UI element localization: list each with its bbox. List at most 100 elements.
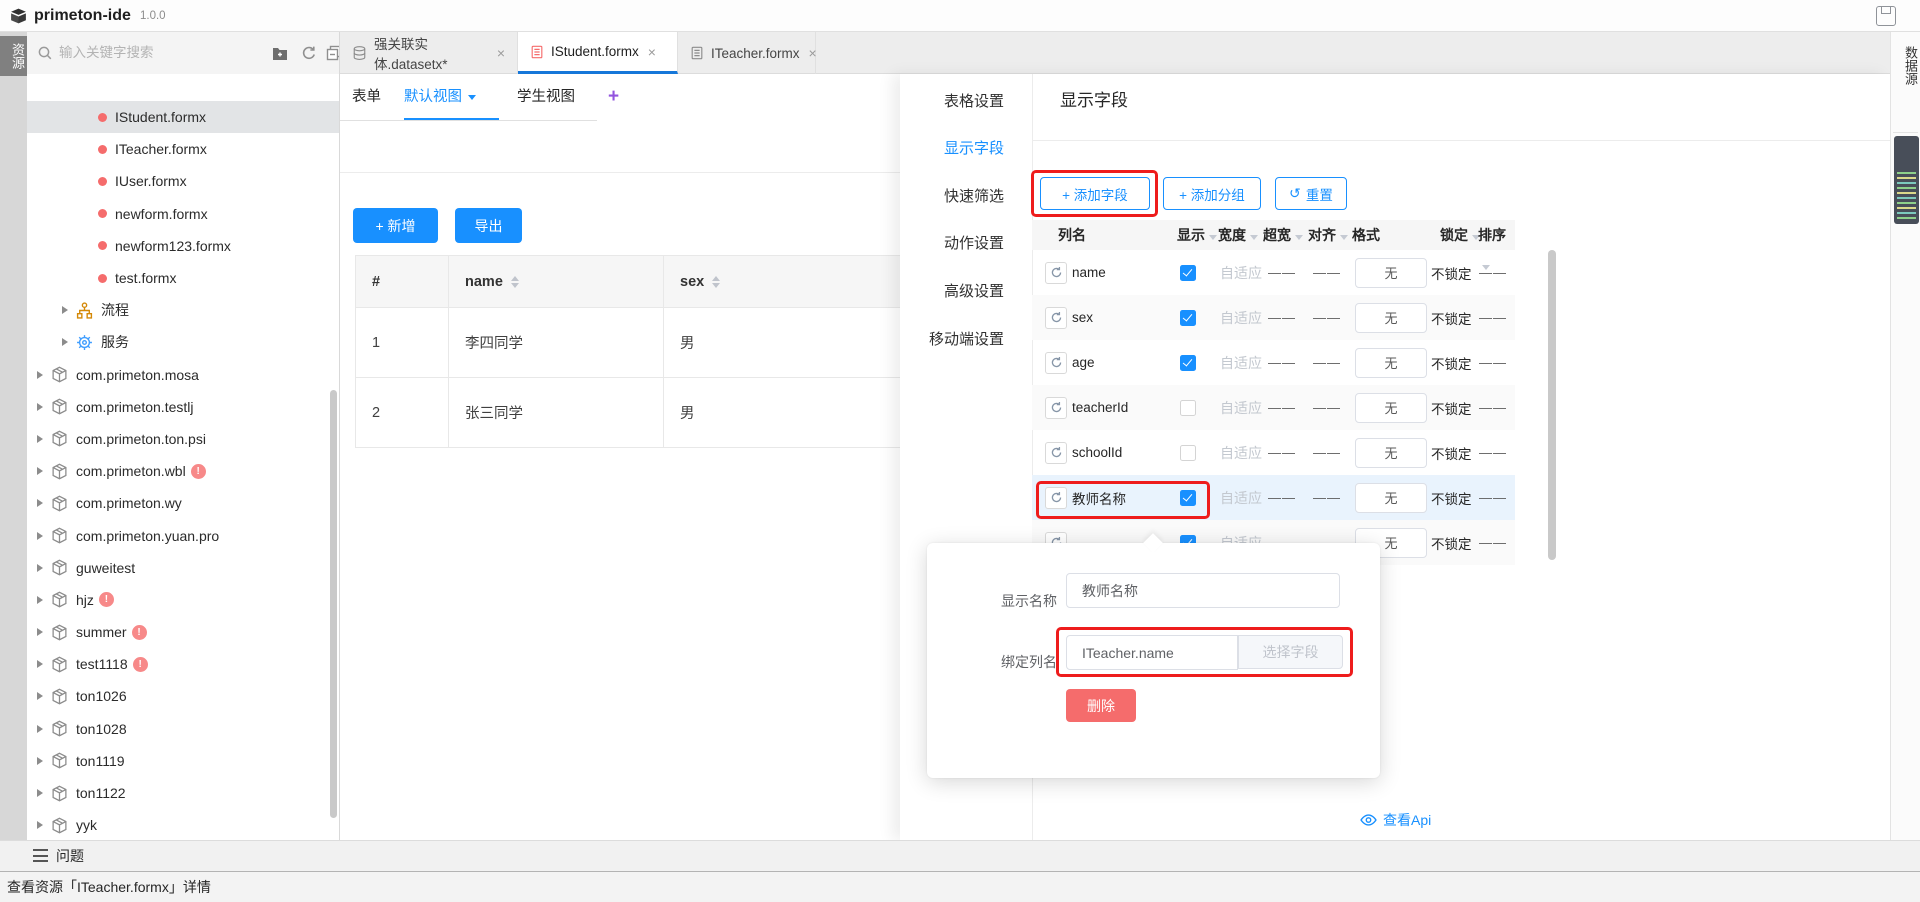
panel-nav-display-fields[interactable]: 显示字段 <box>910 137 1030 158</box>
align-value[interactable]: —— <box>1313 250 1341 295</box>
panel-nav-action-settings[interactable]: 动作设置 <box>910 232 1030 253</box>
visible-checkbox[interactable] <box>1180 310 1196 326</box>
caret-right-icon[interactable] <box>62 306 68 314</box>
caret-right-icon[interactable] <box>37 596 43 604</box>
tree-package[interactable]: com.primeton.yuan.pro <box>27 519 340 551</box>
tree-package[interactable]: hjz! <box>27 584 340 616</box>
caret-right-icon[interactable] <box>62 338 68 346</box>
align-value[interactable]: —— <box>1313 475 1341 520</box>
caret-right-icon[interactable] <box>37 403 43 411</box>
close-icon[interactable]: × <box>809 46 817 60</box>
reset-button[interactable]: ↻重置 <box>1275 177 1347 210</box>
sync-icon[interactable] <box>1045 487 1067 509</box>
caret-right-icon[interactable] <box>37 435 43 443</box>
tree-file-newform[interactable]: newform.formx <box>27 198 340 230</box>
visible-checkbox[interactable] <box>1180 355 1196 371</box>
panel-nav-mobile-settings[interactable]: 移动端设置 <box>910 328 1030 349</box>
visible-checkbox[interactable] <box>1180 445 1196 461</box>
tree-node-service[interactable]: 服务 <box>27 326 340 358</box>
align-value[interactable]: —— <box>1313 385 1341 430</box>
format-select[interactable]: 无 <box>1355 303 1427 333</box>
lock-value[interactable]: 不锁定 <box>1431 475 1472 520</box>
display-name-input[interactable]: 教师名称 <box>1066 573 1340 608</box>
width-value[interactable]: 自适应 <box>1220 385 1262 430</box>
tree-file-iteacher[interactable]: ITeacher.formx <box>27 133 340 165</box>
lock-value[interactable]: 不锁定 <box>1431 250 1472 295</box>
tree-package[interactable]: summer! <box>27 616 340 648</box>
sort-value[interactable]: —— <box>1479 475 1507 520</box>
tab-iteacher[interactable]: ITeacher.formx × <box>678 32 816 74</box>
panel-nav-advanced-settings[interactable]: 高级设置 <box>910 280 1030 301</box>
field-row-teacherid[interactable]: teacherId 自适应 —— —— 无 不锁定 —— <box>1032 385 1515 430</box>
overwide-value[interactable]: —— <box>1268 475 1296 520</box>
delete-button[interactable]: 删除 <box>1066 689 1136 722</box>
search-input[interactable]: 输入关键字搜索 <box>59 32 154 74</box>
format-select[interactable]: 无 <box>1355 393 1427 423</box>
width-value[interactable]: 自适应 <box>1220 475 1262 520</box>
select-field-button[interactable]: 选择字段 <box>1238 635 1343 669</box>
col-header-name[interactable]: name <box>448 256 663 307</box>
new-folder-icon[interactable] <box>272 46 288 61</box>
field-row-teacher-name[interactable]: 教师名称 自适应 —— —— 无 不锁定 —— <box>1032 475 1515 520</box>
visible-checkbox[interactable] <box>1180 265 1196 281</box>
align-value[interactable]: —— <box>1313 340 1341 385</box>
format-select[interactable]: 无 <box>1355 258 1427 288</box>
tab-istudent[interactable]: IStudent.formx × <box>518 32 678 74</box>
field-col-width[interactable]: 宽度 <box>1218 220 1258 250</box>
panel-nav-table-settings[interactable]: 表格设置 <box>910 90 1030 111</box>
tree-package[interactable]: yyk <box>27 809 340 840</box>
visible-checkbox[interactable] <box>1180 400 1196 416</box>
width-value[interactable]: 自适应 <box>1220 250 1262 295</box>
view-api-link[interactable]: 查看Api <box>1360 810 1431 830</box>
lock-value[interactable]: 不锁定 <box>1431 340 1472 385</box>
sort-value[interactable]: —— <box>1479 340 1507 385</box>
caret-right-icon[interactable] <box>37 660 43 668</box>
caret-right-icon[interactable] <box>37 821 43 829</box>
field-col-align[interactable]: 对齐 <box>1308 220 1348 250</box>
caret-right-icon[interactable] <box>37 467 43 475</box>
tree-package[interactable]: com.primeton.testlj <box>27 391 340 423</box>
problems-bar[interactable]: 问题 <box>0 840 1920 871</box>
tree-file-iuser[interactable]: IUser.formx <box>27 165 340 197</box>
close-icon[interactable]: × <box>648 45 656 59</box>
tree-file-test[interactable]: test.formx <box>27 262 340 294</box>
add-view-button[interactable]: + <box>608 74 619 120</box>
visible-checkbox[interactable] <box>1180 490 1196 506</box>
sort-value[interactable]: —— <box>1479 250 1507 295</box>
save-icon[interactable] <box>1876 6 1896 26</box>
table-row[interactable]: 2 张三同学 男 <box>356 378 902 448</box>
close-icon[interactable]: × <box>497 46 505 60</box>
field-row-schoolid[interactable]: schoolId 自适应 —— —— 无 不锁定 —— <box>1032 430 1515 475</box>
add-group-button[interactable]: + 添加分组 <box>1163 177 1261 210</box>
caret-right-icon[interactable] <box>37 499 43 507</box>
lock-value[interactable]: 不锁定 <box>1431 385 1472 430</box>
sort-value[interactable]: —— <box>1479 520 1507 565</box>
tree-package[interactable]: guweitest <box>27 552 340 584</box>
caret-right-icon[interactable] <box>37 789 43 797</box>
caret-right-icon[interactable] <box>37 564 43 572</box>
overwide-value[interactable]: —— <box>1268 385 1296 430</box>
view-tab-default[interactable]: 默认视图 <box>404 74 476 120</box>
tree-package[interactable]: com.primeton.wy <box>27 487 340 519</box>
add-row-button[interactable]: + 新增 <box>353 208 438 243</box>
export-button[interactable]: 导出 <box>455 208 522 243</box>
format-select[interactable]: 无 <box>1355 438 1427 468</box>
table-row[interactable]: 1 李四同学 男 <box>356 308 902 378</box>
caret-right-icon[interactable] <box>37 532 43 540</box>
tree-file-istudent[interactable]: IStudent.formx <box>27 101 340 133</box>
tab-dataset[interactable]: 强关联实体.datasetx* × <box>340 32 518 74</box>
sync-icon[interactable] <box>1045 442 1067 464</box>
sync-icon[interactable] <box>1045 262 1067 284</box>
sort-value[interactable]: —— <box>1479 385 1507 430</box>
sync-icon[interactable] <box>1045 397 1067 419</box>
add-field-button[interactable]: + 添加字段 <box>1040 177 1150 210</box>
sort-value[interactable]: —— <box>1479 430 1507 475</box>
tree-file-newform123[interactable]: newform123.formx <box>27 230 340 262</box>
caret-right-icon[interactable] <box>37 628 43 636</box>
rail-tab-datasource[interactable]: 数据源 <box>1891 46 1920 85</box>
sort-icon[interactable] <box>712 276 720 288</box>
panel-scrollbar[interactable] <box>1548 250 1556 560</box>
overwide-value[interactable]: —— <box>1268 295 1296 340</box>
panel-nav-quick-filter[interactable]: 快速筛选 <box>910 185 1030 206</box>
overwide-value[interactable]: —— <box>1268 430 1296 475</box>
